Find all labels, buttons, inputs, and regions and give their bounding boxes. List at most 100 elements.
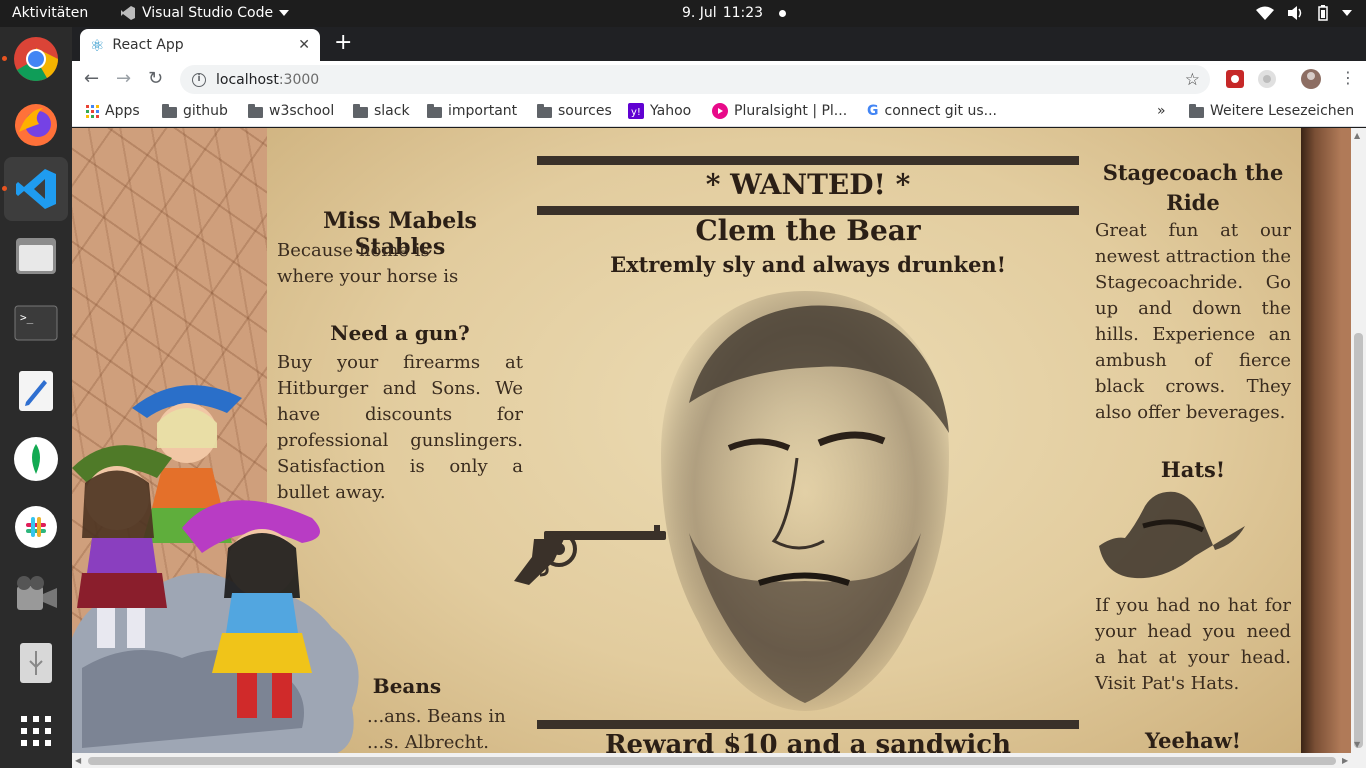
extension-red-icon[interactable]: [1224, 68, 1246, 90]
dock-terminal[interactable]: >_: [4, 291, 68, 355]
dock-chrome[interactable]: [2, 27, 68, 91]
horizontal-scroll-thumb[interactable]: [88, 757, 1336, 765]
bookmark-label: Yahoo: [650, 103, 692, 119]
profile-avatar[interactable]: [1300, 68, 1322, 90]
folder-icon: [248, 103, 263, 118]
vertical-scroll-thumb[interactable]: [1354, 333, 1363, 748]
new-tab-button[interactable]: +: [334, 32, 352, 54]
svg-text:y!: y!: [631, 107, 641, 118]
tab-title: React App: [112, 37, 184, 53]
more-bookmarks-button[interactable]: »: [1157, 103, 1166, 119]
files-icon: [16, 238, 56, 274]
tab-react-app[interactable]: ⚛ React App ✕: [80, 29, 320, 61]
reward-text: Reward $10 and a sandwich: [604, 730, 1012, 753]
bookmark-label: Apps: [105, 103, 140, 119]
activities-button[interactable]: Aktivitäten: [12, 5, 88, 21]
time-label: 11:23: [722, 5, 764, 21]
ubuntu-top-bar: Aktivitäten Visual Studio Code 9. Jul 11…: [0, 0, 1366, 27]
reload-button[interactable]: ↻: [148, 68, 163, 89]
apps-grid-icon: [86, 104, 99, 118]
google-icon: G: [867, 103, 879, 119]
bookmark-pluralsight[interactable]: Pluralsight | Pl...: [712, 103, 847, 119]
svg-text:>_: >_: [20, 311, 34, 324]
browser-menu-icon[interactable]: ⋮: [1340, 68, 1356, 87]
mongodb-icon: [14, 437, 58, 481]
chrome-icon: [14, 37, 58, 81]
site-info-icon[interactable]: i: [192, 72, 206, 87]
dock-vscode[interactable]: [2, 157, 68, 221]
chevron-down-icon: [279, 10, 290, 16]
divider-bar: [537, 720, 1079, 729]
cowgirls-3d-illustration: [72, 385, 359, 753]
address-bar[interactable]: i localhost:3000 ☆: [180, 65, 1210, 94]
bookmark-w3school[interactable]: w3school: [248, 103, 334, 119]
beans-text: ...ans. Beans in ...s. Albrecht.: [367, 706, 506, 753]
battery-icon: [1318, 5, 1328, 21]
bookmark-label: sources: [558, 103, 612, 119]
vertical-scrollbar[interactable]: ▲ ▼: [1351, 128, 1366, 753]
bookmark-label: github: [183, 103, 228, 119]
system-menu-chevron-icon: [1342, 10, 1352, 16]
bookmark-github[interactable]: github: [162, 103, 228, 119]
bookmark-sources[interactable]: sources: [537, 103, 612, 119]
url-host: localhost: [216, 71, 279, 88]
terminal-icon: >_: [14, 305, 58, 341]
running-indicator: [2, 186, 7, 191]
app-menu[interactable]: Visual Studio Code: [120, 5, 290, 21]
hats-text: If you had no hat for your head you need…: [1095, 595, 1291, 694]
wanted-heading: * WANTED! *: [705, 168, 911, 201]
dock-video[interactable]: [4, 563, 68, 627]
dock-show-apps[interactable]: [4, 699, 68, 763]
dock-slack[interactable]: [4, 495, 68, 559]
bookmark-connect-git[interactable]: G connect git us...: [867, 103, 997, 119]
divider-bar: [537, 156, 1079, 165]
scroll-up-icon[interactable]: ▲: [1354, 131, 1360, 140]
system-tray[interactable]: [1256, 5, 1352, 21]
close-tab-icon[interactable]: ✕: [298, 37, 310, 53]
clock[interactable]: 9. Jul 11:23: [682, 5, 787, 21]
tab-strip: ⚛ React App ✕ +: [72, 27, 1366, 61]
bookmark-label: Pluralsight | Pl...: [734, 103, 848, 119]
wanted-poster-paper: Miss Mabels Stables Because home is wher…: [267, 128, 1301, 753]
bookmark-important[interactable]: important: [427, 103, 517, 119]
dock-usb[interactable]: [4, 631, 68, 695]
scroll-right-icon[interactable]: ▶: [1342, 756, 1348, 765]
bookmark-slack[interactable]: slack: [353, 103, 410, 119]
horizontal-scrollbar[interactable]: ◀ ▶: [72, 753, 1366, 768]
notification-dot-icon: [779, 9, 787, 17]
react-icon: ⚛: [90, 35, 105, 55]
dock-files[interactable]: [4, 224, 68, 288]
usb-icon: [20, 643, 52, 683]
folder-icon: [1189, 103, 1204, 118]
other-bookmarks[interactable]: Weitere Lesezeichen: [1189, 103, 1354, 119]
scroll-down-icon[interactable]: ▼: [1354, 740, 1360, 749]
dock-text-editor[interactable]: [4, 359, 68, 423]
dock-firefox[interactable]: [4, 93, 68, 157]
gun-heading: Need a gun?: [330, 321, 470, 345]
outlaw-name: Clem the Bear: [695, 214, 921, 247]
stagecoach-heading: Stagecoach the Ride: [1102, 160, 1284, 215]
app-grid-icon: [21, 716, 51, 746]
extension-grey-icon[interactable]: [1256, 68, 1278, 90]
back-button[interactable]: ←: [84, 68, 99, 89]
dock-mongodb[interactable]: [4, 427, 68, 491]
yeehaw-heading: Yeehaw!: [1144, 728, 1242, 753]
outlaw-description: Extremly sly and always drunken!: [610, 252, 1006, 277]
dock: >_: [0, 27, 72, 768]
scroll-left-icon[interactable]: ◀: [75, 756, 81, 765]
bookmark-label: Weitere Lesezeichen: [1210, 103, 1355, 119]
bookmark-label: w3school: [269, 103, 335, 119]
text-editor-icon: [19, 371, 53, 411]
bookmark-star-icon[interactable]: ☆: [1185, 70, 1200, 90]
bookmark-label: connect git us...: [884, 103, 998, 119]
firefox-icon: [15, 104, 57, 146]
bookmark-yahoo[interactable]: y! Yahoo: [628, 103, 691, 119]
hats-heading: Hats!: [1160, 457, 1226, 482]
bookmark-label: important: [448, 103, 518, 119]
forward-button[interactable]: →: [116, 68, 131, 89]
running-indicator: [2, 56, 7, 61]
folder-icon: [427, 103, 442, 118]
date-label: 9. Jul: [682, 5, 717, 21]
bookmark-apps[interactable]: Apps: [86, 103, 140, 119]
stables-text: Because home is where your horse is: [277, 240, 459, 287]
